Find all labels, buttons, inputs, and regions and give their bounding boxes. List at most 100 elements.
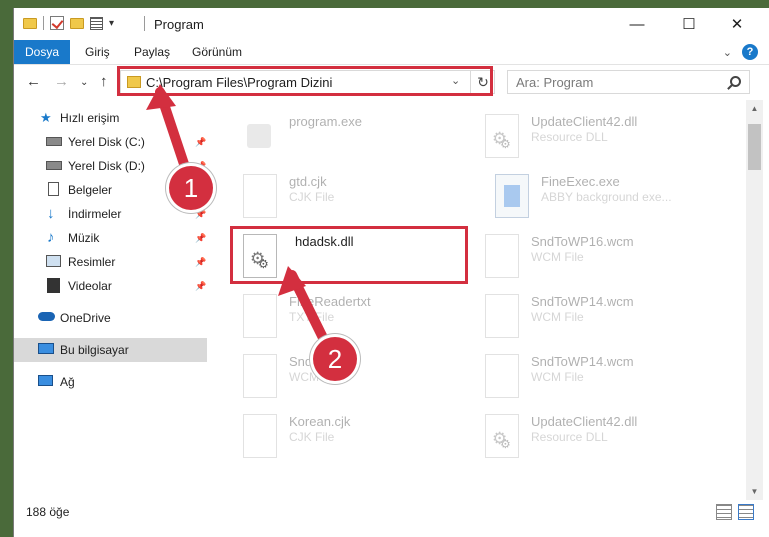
file-list: program.exe UpdateClient42.dll Resource … <box>211 100 746 500</box>
list-item[interactable]: program.exe <box>239 108 479 168</box>
sidebar-item-label: Bu bilgisayar <box>60 343 129 357</box>
file-icon <box>243 294 277 338</box>
new-folder-icon[interactable] <box>70 17 84 29</box>
list-item[interactable]: SndToWP14.wcm WCM File <box>481 288 721 348</box>
pin-icon: 📌 <box>195 208 207 219</box>
network-icon <box>38 375 53 386</box>
file-icon <box>485 294 519 338</box>
ribbon-tabs: Dosya Giriş Paylaş Görünüm ⌄ ? <box>14 40 769 64</box>
file-highlight-box <box>230 226 468 284</box>
file-type: CJK File <box>289 190 335 204</box>
music-icon: ♪ <box>47 229 55 246</box>
sidebar-item-label: Yerel Disk (C:) <box>68 135 145 149</box>
file-name: Korean.cjk <box>289 414 351 429</box>
sidebar-item-local-disk-c[interactable]: Yerel Disk (C:) 📌 <box>14 130 207 154</box>
tab-file[interactable]: Dosya <box>14 40 70 64</box>
pin-icon: 📌 <box>195 280 207 291</box>
file-type: TXT File <box>289 310 335 324</box>
step-2-badge: 2 <box>313 337 357 381</box>
video-icon <box>47 278 60 293</box>
sidebar-item-pictures[interactable]: Resimler 📌 <box>14 250 207 274</box>
vertical-scrollbar[interactable]: ▲ ▼ <box>746 100 763 500</box>
ribbon-controls: ⌄ ? <box>723 44 758 60</box>
sidebar-item-label: Belgeler <box>68 183 113 197</box>
tab-share[interactable]: Paylaş <box>134 45 170 59</box>
sidebar-item-label: Hızlı erişim <box>60 111 120 125</box>
tab-home[interactable]: Giriş <box>85 45 110 59</box>
maximize-button[interactable]: ☐ <box>666 8 712 40</box>
sidebar-item-quick-access[interactable]: ★ Hızlı erişim <box>14 106 207 130</box>
list-item[interactable]: SndToWP14.wcm WCM File <box>481 348 721 408</box>
scroll-up-icon[interactable]: ▲ <box>746 100 763 117</box>
computer-icon <box>38 343 54 354</box>
sidebar-item-label: Müzik <box>68 231 100 245</box>
document-icon <box>48 182 59 196</box>
cloud-icon <box>38 312 55 321</box>
list-item[interactable]: FineReadertxt TXT File <box>239 288 479 348</box>
list-item[interactable]: UpdateClient42.dll Resource DLL <box>481 108 721 168</box>
file-name: UpdateClient42.dll <box>531 414 638 429</box>
file-type: WCM File <box>531 250 584 264</box>
file-name: program.exe <box>289 114 362 129</box>
file-name: gtd.cjk <box>289 174 327 189</box>
pin-icon: 📌 <box>195 256 207 267</box>
picture-icon <box>46 255 61 267</box>
file-type: ABBY background exe... <box>541 190 672 204</box>
file-name: FineExec.exe <box>541 174 620 189</box>
list-item[interactable]: SndT...wcm WCM File <box>239 348 479 408</box>
close-button[interactable]: ✕ <box>714 8 760 40</box>
sidebar-item-label: Resimler <box>68 255 116 269</box>
file-type: Resource DLL <box>531 130 608 144</box>
forward-button[interactable]: → <box>54 73 69 90</box>
sidebar-item-label: Yerel Disk (D:) <box>68 159 145 173</box>
help-icon[interactable]: ? <box>742 44 758 60</box>
program-icon <box>243 114 277 158</box>
sidebar-item-videos[interactable]: Videolar 📌 <box>14 274 207 298</box>
tiles-view-icon[interactable] <box>738 504 754 520</box>
item-count: 188 öğe <box>26 505 70 519</box>
file-icon <box>243 414 277 458</box>
up-button[interactable]: ↑ <box>100 73 108 90</box>
file-type: WCM File <box>531 370 584 384</box>
list-item[interactable]: gtd.cjk CJK File <box>239 168 479 228</box>
properties-icon[interactable] <box>90 16 103 30</box>
list-item[interactable]: FineExec.exe ABBY background exe... <box>491 168 731 228</box>
minimize-button[interactable]: — <box>614 8 660 40</box>
customize-toolbar-chevron-icon[interactable]: ▾ <box>109 18 114 29</box>
scroll-thumb[interactable] <box>748 124 761 170</box>
list-item[interactable]: UpdateClient42.dll Resource DLL <box>481 408 721 468</box>
file-type: WCM File <box>531 310 584 324</box>
list-item[interactable]: SndToWP16.wcm WCM File <box>481 228 721 288</box>
sidebar-item-label: OneDrive <box>60 311 111 325</box>
pin-icon: 📌 <box>195 232 207 243</box>
scroll-down-icon[interactable]: ▼ <box>746 483 763 500</box>
recent-locations-button[interactable]: ⌄ <box>80 77 88 88</box>
drive-icon <box>46 137 62 146</box>
details-view-icon[interactable] <box>716 504 732 520</box>
folder-icon[interactable] <box>23 17 37 29</box>
star-icon: ★ <box>40 110 52 125</box>
sidebar-item-label: İndirmeler <box>68 207 122 221</box>
sidebar-item-music[interactable]: ♪ Müzik 📌 <box>14 226 207 250</box>
title-separator <box>144 16 145 31</box>
toolbar-separator <box>43 16 44 30</box>
search-input[interactable]: Ara: Program <box>507 70 750 94</box>
step-1-badge: 1 <box>169 166 213 210</box>
tab-view[interactable]: Görünüm <box>192 45 242 59</box>
search-icon <box>730 76 741 87</box>
back-button[interactable]: ← <box>26 73 41 90</box>
sidebar-item-onedrive[interactable]: OneDrive <box>14 306 207 330</box>
sidebar-item-label: Videolar <box>68 279 112 293</box>
file-name: SndToWP16.wcm <box>531 234 634 249</box>
sidebar-item-this-pc[interactable]: Bu bilgisayar <box>14 338 207 362</box>
properties-check-icon[interactable] <box>50 16 64 30</box>
ribbon-collapse-chevron-icon[interactable]: ⌄ <box>723 46 732 59</box>
search-placeholder: Ara: Program <box>516 75 594 90</box>
file-name: UpdateClient42.dll <box>531 114 638 129</box>
title-bar: ▾ Program — ☐ ✕ <box>14 8 769 40</box>
list-item[interactable]: Korean.cjk CJK File <box>239 408 479 468</box>
file-name: SndToWP14.wcm <box>531 294 634 309</box>
file-icon <box>485 354 519 398</box>
drive-icon <box>46 161 62 170</box>
sidebar-item-network[interactable]: Ağ <box>14 370 207 394</box>
